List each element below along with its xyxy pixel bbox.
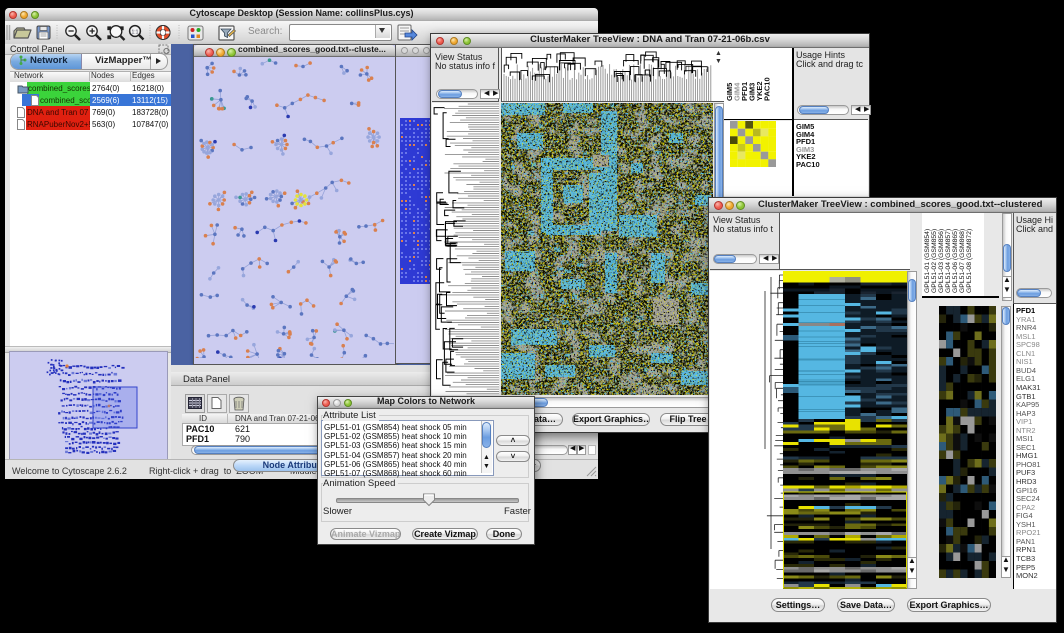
svg-text:GPL51-02 (GSM855): GPL51-02 (GSM855) [931, 229, 938, 293]
svg-text:GPL51-08 (GSM872): GPL51-08 (GSM872) [966, 229, 973, 293]
svg-text:GPL51-04 (GSM857): GPL51-04 (GSM857) [945, 229, 952, 293]
svg-text:GPL51-06 (GSM865): GPL51-06 (GSM865) [952, 229, 959, 293]
svg-text:GPL51-01 (GSM854): GPL51-01 (GSM854) [924, 229, 931, 293]
svg-text:GPL51-03 (GSM856): GPL51-03 (GSM856) [938, 229, 945, 293]
svg-text:PAC10: PAC10 [763, 77, 772, 101]
svg-text:GPL51-07 (GSM868): GPL51-07 (GSM868) [959, 229, 966, 293]
svg-text:1:1: 1:1 [132, 29, 139, 35]
